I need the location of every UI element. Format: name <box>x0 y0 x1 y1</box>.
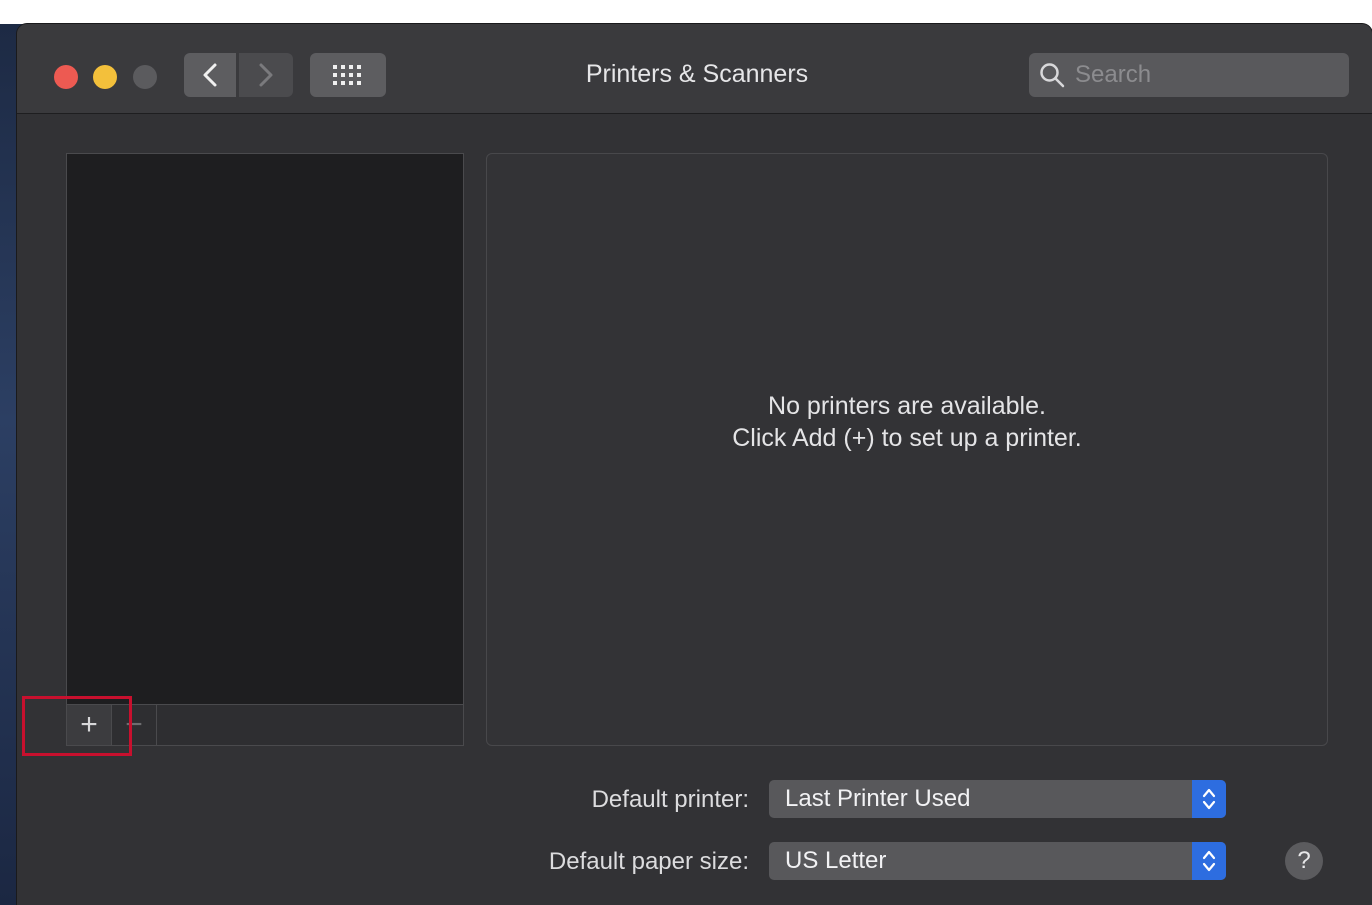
default-paper-size-value: US Letter <box>785 847 887 874</box>
default-paper-size-label: Default paper size: <box>548 848 749 875</box>
show-all-button[interactable] <box>310 53 386 97</box>
close-window-button[interactable] <box>54 65 78 89</box>
printer-detail-panel: No printers are available. Click Add (+)… <box>486 153 1328 746</box>
forward-button[interactable] <box>239 53 293 97</box>
chevron-left-icon <box>203 63 217 87</box>
default-printer-value: Last Printer Used <box>785 785 971 812</box>
empty-state-message: No printers are available. Click Add (+)… <box>487 390 1327 454</box>
empty-state-line2: Click Add (+) to set up a printer. <box>732 424 1082 452</box>
search-input[interactable] <box>1073 60 1337 90</box>
window-title: Printers & Scanners <box>585 60 809 88</box>
help-button[interactable]: ? <box>1285 842 1323 880</box>
back-button[interactable] <box>184 53 236 97</box>
empty-state-line1: No printers are available. <box>768 392 1046 420</box>
default-paper-size-popup[interactable]: US Letter <box>769 842 1226 880</box>
popup-arrows-icon <box>1192 842 1226 880</box>
search-field[interactable] <box>1029 53 1349 97</box>
chevron-right-icon <box>259 63 273 87</box>
grid-icon <box>333 65 361 85</box>
titlebar: Printers & Scanners <box>17 24 1372 114</box>
search-icon <box>1040 63 1065 88</box>
default-printer-label: Default printer: <box>591 786 749 813</box>
popup-arrows-icon <box>1192 780 1226 818</box>
system-preferences-window: Printers & Scanners + − No printers are … <box>17 24 1372 905</box>
zoom-window-button[interactable] <box>133 65 157 89</box>
default-printer-popup[interactable]: Last Printer Used <box>769 780 1226 818</box>
minimize-window-button[interactable] <box>93 65 117 89</box>
printer-list[interactable] <box>66 153 464 704</box>
add-button-highlight-box <box>22 696 132 756</box>
